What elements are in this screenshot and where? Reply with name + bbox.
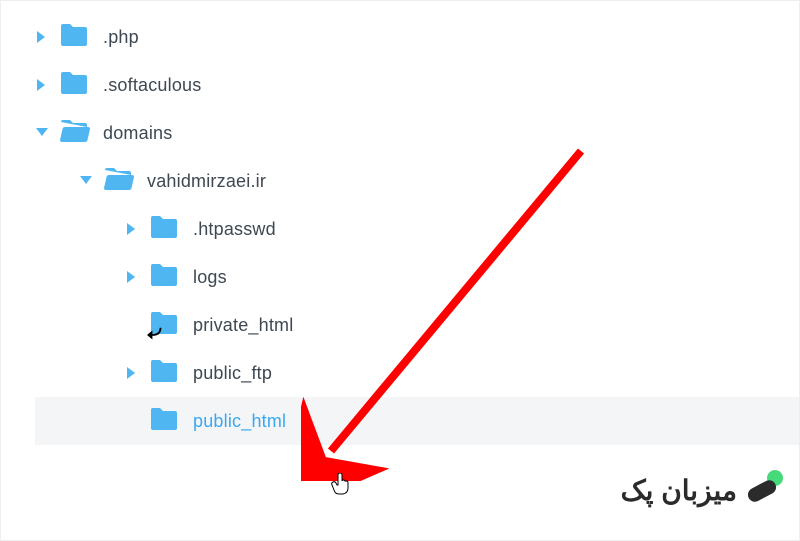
- cursor-pointer-icon: [331, 473, 349, 495]
- folder-label: private_html: [193, 315, 293, 336]
- tree-row-public-ftp[interactable]: public_ftp: [35, 349, 799, 397]
- folder-label: .htpasswd: [193, 219, 276, 240]
- tree-row-public-html[interactable]: public_html: [35, 397, 799, 445]
- folder-icon: [59, 70, 89, 100]
- folder-icon: [59, 22, 89, 52]
- file-tree: .php .softaculous domains vahidmirzaei.i…: [1, 1, 799, 445]
- tree-row-domains[interactable]: domains: [35, 109, 799, 157]
- folder-label: .softaculous: [103, 75, 201, 96]
- watermark: میزبان پک: [621, 470, 785, 510]
- tree-row-logs[interactable]: logs: [35, 253, 799, 301]
- caret-right-icon: [125, 366, 139, 380]
- folder-label: public_ftp: [193, 363, 272, 384]
- folder-open-icon: [59, 118, 89, 148]
- folder-icon: [149, 214, 179, 244]
- caret-down-icon: [79, 174, 93, 188]
- folder-icon: [149, 406, 179, 436]
- folder-label: vahidmirzaei.ir: [147, 171, 266, 192]
- symlink-arrow-icon: [147, 326, 163, 342]
- caret-down-icon: [35, 126, 49, 140]
- folder-symlink-icon: [149, 310, 179, 340]
- tree-row-softaculous[interactable]: .softaculous: [35, 61, 799, 109]
- folder-label: public_html: [193, 411, 286, 432]
- caret-right-icon: [35, 78, 49, 92]
- tree-row-private-html[interactable]: private_html: [35, 301, 799, 349]
- folder-label: .php: [103, 27, 139, 48]
- tree-row-php[interactable]: .php: [35, 13, 799, 61]
- watermark-logo-icon: [745, 470, 785, 510]
- folder-icon: [149, 358, 179, 388]
- tree-row-vahidmirzaei[interactable]: vahidmirzaei.ir: [35, 157, 799, 205]
- folder-icon: [149, 262, 179, 292]
- folder-label: domains: [103, 123, 172, 144]
- caret-right-icon: [125, 270, 139, 284]
- caret-right-icon: [35, 30, 49, 44]
- folder-label: logs: [193, 267, 227, 288]
- watermark-text: میزبان پک: [621, 474, 737, 507]
- folder-open-icon: [103, 166, 133, 196]
- caret-right-icon: [125, 222, 139, 236]
- tree-row-htpasswd[interactable]: .htpasswd: [35, 205, 799, 253]
